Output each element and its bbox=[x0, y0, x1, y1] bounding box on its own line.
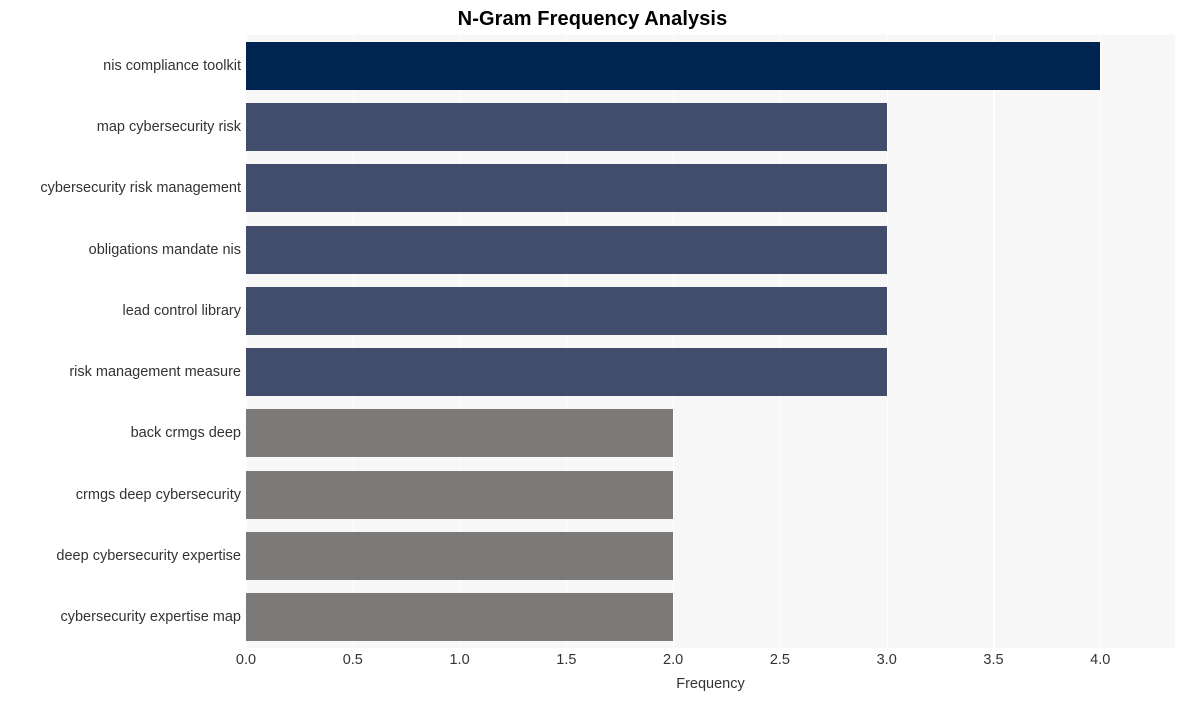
bar[interactable] bbox=[246, 286, 887, 335]
y-tick-label: back crmgs deep bbox=[130, 425, 241, 442]
x-axis-title: Frequency bbox=[676, 676, 745, 692]
y-tick-label: risk management measure bbox=[69, 364, 241, 381]
bar[interactable] bbox=[246, 164, 887, 213]
x-tick-label: 1.5 bbox=[556, 652, 577, 668]
y-tick-label: cybersecurity expertise map bbox=[60, 609, 241, 626]
y-tick-label: lead control library bbox=[122, 302, 241, 319]
y-tick-label: nis compliance toolkit bbox=[103, 57, 241, 74]
y-tick-label: cybersecurity risk management bbox=[40, 180, 241, 197]
x-tick-label: 2.0 bbox=[663, 652, 684, 668]
bar[interactable] bbox=[246, 593, 674, 642]
x-tick-label: 0.0 bbox=[235, 652, 257, 668]
x-tick-label: 4.0 bbox=[1090, 652, 1111, 668]
bar[interactable] bbox=[246, 532, 674, 581]
x-tick-label: 3.0 bbox=[876, 652, 897, 668]
y-tick-label: obligations mandate nis bbox=[88, 241, 241, 258]
y-tick-label: deep cybersecurity expertise bbox=[56, 548, 241, 565]
y-axis-tick-labels: nis compliance toolkit map cybersecurity … bbox=[0, 35, 241, 648]
x-tick-label: 0.5 bbox=[342, 652, 363, 668]
y-tick-label: map cybersecurity risk bbox=[96, 118, 241, 135]
x-axis-tick-labels: 0.0 0.5 1.0 1.5 2.0 2.5 3.0 3.5 4.0 bbox=[236, 650, 1175, 674]
plot-area bbox=[246, 35, 1175, 648]
x-tick-label: 2.5 bbox=[769, 652, 790, 668]
bar[interactable] bbox=[246, 225, 887, 274]
x-tick-label: 3.5 bbox=[983, 652, 1004, 668]
bar[interactable] bbox=[246, 470, 674, 519]
chart-title: N-Gram Frequency Analysis bbox=[457, 8, 728, 30]
bars-layer bbox=[246, 35, 1175, 648]
bar[interactable] bbox=[246, 409, 674, 458]
ngram-frequency-bar-chart: N-Gram Frequency Analysis nis compliance… bbox=[0, 0, 1185, 701]
bar[interactable] bbox=[246, 348, 887, 397]
bar[interactable] bbox=[246, 41, 1101, 90]
bar[interactable] bbox=[246, 102, 887, 151]
y-tick-label: crmgs deep cybersecurity bbox=[75, 486, 241, 503]
x-tick-label: 1.0 bbox=[449, 652, 470, 668]
